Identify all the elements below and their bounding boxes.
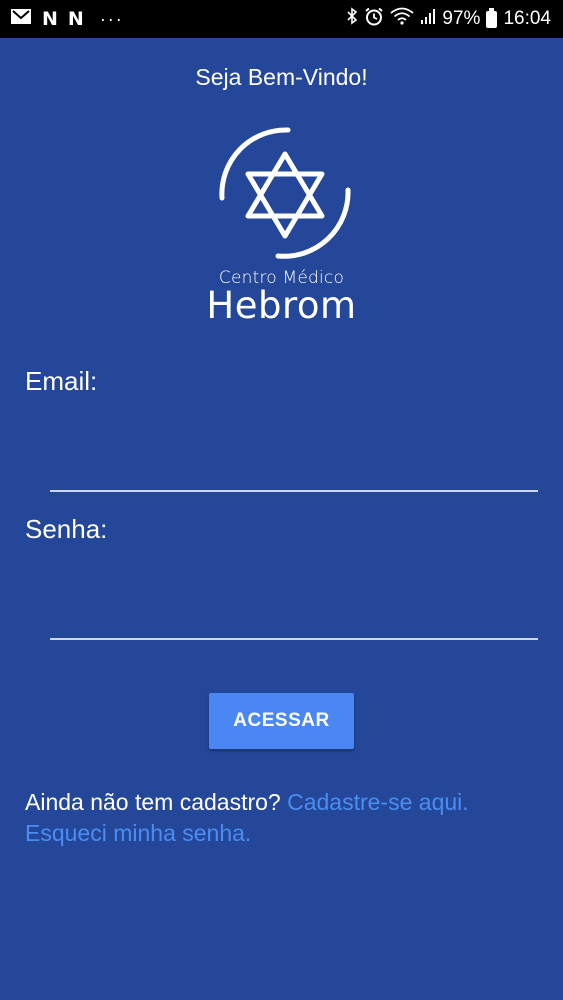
welcome-title: Seja Bem-Vindo!: [195, 64, 368, 90]
forgot-password-link[interactable]: Esqueci minha senha.: [25, 820, 251, 846]
logo-name: Hebrom: [206, 284, 357, 327]
email-label: Email:: [25, 366, 98, 396]
n-icon: N: [67, 7, 84, 30]
password-label: Senha:: [25, 514, 108, 544]
more-dots-icon: ···: [99, 8, 124, 29]
login-button[interactable]: ACESSAR: [209, 693, 354, 749]
gmail-icon: [10, 8, 32, 30]
password-field[interactable]: [50, 592, 538, 640]
forgot-line: Esqueci minha senha.: [25, 820, 251, 847]
status-notifications: N N ···: [10, 0, 124, 38]
clock: 16:04: [503, 8, 551, 29]
signal-icon: [420, 8, 436, 31]
n-icon: N: [42, 7, 58, 30]
register-line: Ainda não tem cadastro? Cadastre-se aqui…: [25, 789, 469, 816]
wifi-icon: [390, 7, 414, 31]
email-field[interactable]: [50, 444, 538, 492]
register-prompt: Ainda não tem cadastro?: [25, 789, 281, 815]
status-system: 97% 16:04: [346, 0, 551, 38]
battery-percent: 97%: [442, 8, 481, 29]
register-link[interactable]: Cadastre-se aqui.: [287, 789, 469, 815]
alarm-icon: [364, 7, 384, 32]
star-of-david-icon: [219, 127, 351, 259]
battery-icon: [486, 7, 498, 28]
status-bar: N N ··· 97% 16:04: [0, 0, 563, 38]
bluetooth-icon: [346, 7, 358, 31]
